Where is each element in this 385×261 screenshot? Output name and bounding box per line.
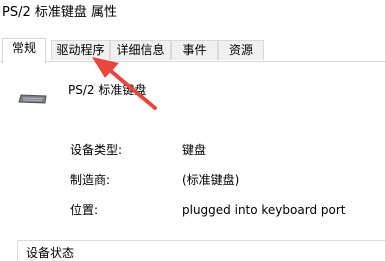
general-tab-panel	[0, 61, 385, 260]
location-value: plugged into keyboard port	[182, 203, 346, 217]
device-type-label: 设备类型:	[70, 143, 123, 157]
location-label: 位置:	[70, 203, 99, 217]
window-titlebar: PS/2 标准键盘 属性	[0, 0, 385, 38]
window-title: PS/2 标准键盘 属性	[2, 5, 118, 20]
tab-events[interactable]: 事件	[171, 40, 218, 60]
device-type-value: 键盘	[182, 143, 207, 157]
tab-details[interactable]: 详细信息	[110, 40, 171, 60]
keyboard-icon	[18, 90, 48, 109]
tab-driver[interactable]: 驱动程序	[51, 40, 110, 60]
device-name: PS/2 标准键盘	[68, 83, 147, 97]
device-status-label: 设备状态	[23, 245, 78, 261]
manufacturer-label: 制造商:	[70, 173, 111, 187]
tab-general[interactable]: 常规	[2, 38, 46, 63]
tab-resources[interactable]: 资源	[218, 40, 264, 60]
manufacturer-value: (标准键盘)	[182, 173, 240, 187]
tab-strip: 常规 驱动程序 详细信息 事件 资源	[0, 38, 385, 63]
